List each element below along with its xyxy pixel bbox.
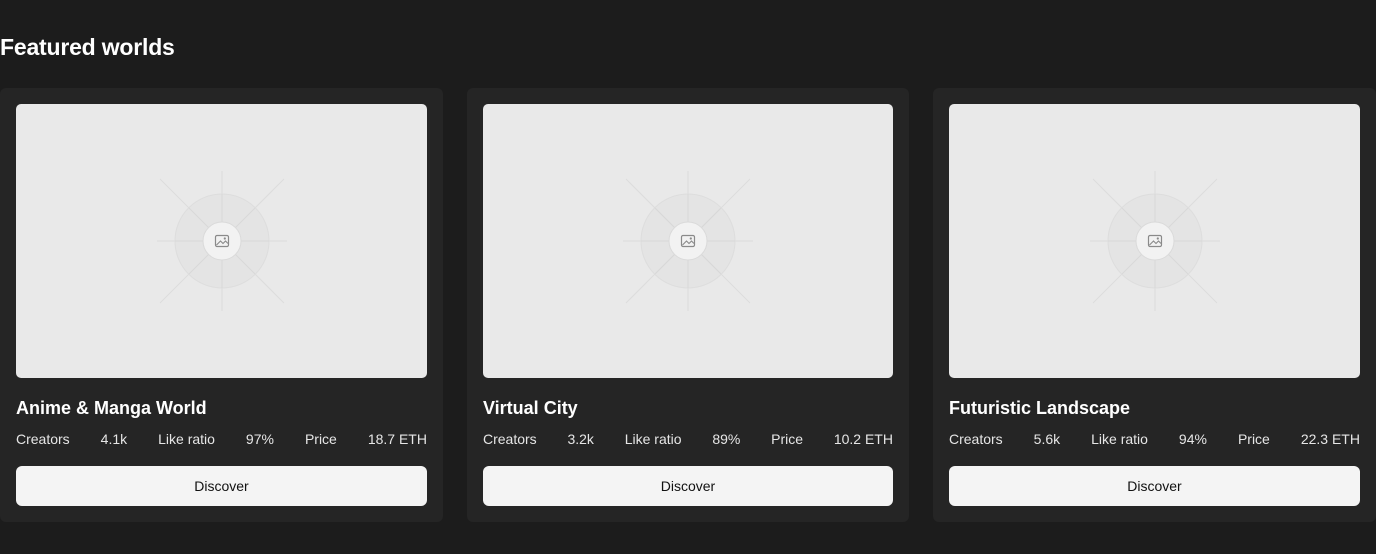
like-ratio-label: Like ratio [624,431,682,447]
world-thumbnail[interactable] [483,104,893,378]
like-ratio-label: Like ratio [158,431,215,447]
featured-worlds-list: Anime & Manga World Creators 4.1k Like r… [0,88,1376,522]
creators-value: 4.1k [100,431,128,447]
creators-value: 5.6k [1033,431,1061,447]
like-ratio-value: 97% [245,431,274,447]
like-ratio-value: 89% [712,431,741,447]
creators-label: Creators [949,431,1003,447]
price-value: 22.3 ETH [1300,431,1360,447]
creators-label: Creators [16,431,70,447]
world-title: Futuristic Landscape [949,398,1131,418]
creators-value: 3.2k [567,431,594,447]
price-value: 10.2 ETH [833,431,893,447]
price-label: Price [771,431,804,447]
image-placeholder-icon [1089,171,1220,311]
price-label: Price [304,431,337,447]
creators-label: Creators [483,431,537,447]
world-thumbnail[interactable] [16,104,427,378]
image-placeholder-icon [623,171,753,311]
world-card[interactable]: Anime & Manga World Creators 4.1k Like r… [0,88,443,522]
world-thumbnail[interactable] [949,104,1360,378]
price-value: 18.7 ETH [367,431,427,447]
world-title: Virtual City [483,398,578,418]
world-card[interactable]: Futuristic Landscape Creators 5.6k Like … [933,88,1376,522]
world-card[interactable]: Virtual City Creators 3.2k Like ratio 89… [467,88,909,522]
discover-button[interactable]: Discover [949,466,1360,506]
section-title: Featured worlds [0,34,175,60]
like-ratio-value: 94% [1178,431,1207,447]
discover-button[interactable]: Discover [483,466,893,506]
discover-button[interactable]: Discover [16,466,427,506]
price-label: Price [1237,431,1270,447]
like-ratio-label: Like ratio [1091,431,1148,447]
world-title: Anime & Manga World [16,398,207,418]
world-stats: Creators 3.2k Like ratio 89% Price 10.2 … [483,429,893,449]
world-stats: Creators 5.6k Like ratio 94% Price 22.3 … [949,429,1360,449]
image-placeholder-icon [156,171,287,311]
world-stats: Creators 4.1k Like ratio 97% Price 18.7 … [16,429,427,449]
